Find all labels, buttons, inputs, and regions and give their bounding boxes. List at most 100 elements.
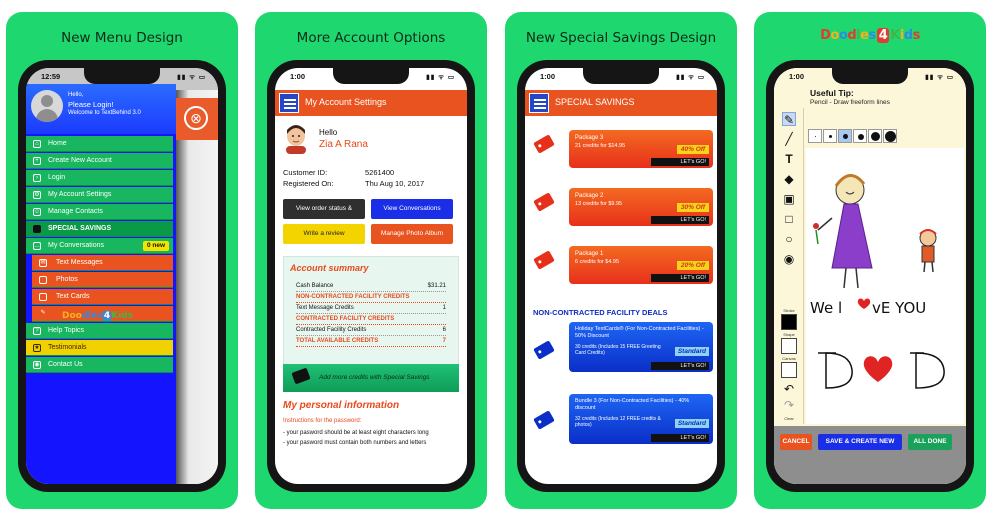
menu-header[interactable]: Hello, Please Login! Welcome to TextBehi… (26, 84, 176, 134)
menu-item-special-savings[interactable]: SPECIAL SAVINGS (26, 221, 173, 237)
deal-card[interactable]: Bundle 3 (For Non-Contracted Facilities)… (569, 394, 713, 444)
package-name: Package 2 (575, 193, 604, 199)
lets-go-button[interactable]: LET's GO! (651, 158, 709, 166)
brush-size-option[interactable] (808, 129, 822, 143)
menu-item-label: Contact Us (48, 361, 83, 368)
summary-row: CONTRACTED FACILITY CREDITS (296, 316, 446, 325)
phone-frame: 12:59 ▮▮ ᯤ ▭ ⊗ Hello, Please Login! Welc… (18, 60, 226, 492)
package-credits: 21 credits for $14.95 (575, 143, 626, 149)
menu-item-photos[interactable]: Photos (32, 272, 173, 288)
redo-icon[interactable]: ↷ (782, 398, 796, 412)
tip-text: Pencil - Draw freeform lines (810, 99, 890, 106)
status-time: 12:59 (41, 72, 61, 81)
image-icon[interactable]: ▣ (782, 192, 796, 206)
menu-item-text-cards[interactable]: Text Cards (32, 289, 173, 305)
pencil-icon[interactable]: ✎ (782, 112, 796, 127)
lets-go-button[interactable]: LET's GO! (651, 434, 709, 442)
brush-size-option[interactable] (883, 129, 897, 143)
write-review-button[interactable]: Write a review (283, 224, 365, 244)
all-done-button[interactable]: ALL DONE (908, 434, 952, 450)
summary-row: Cash Balance $31.21 (296, 283, 446, 292)
discount-badge: 30% Off (676, 203, 709, 212)
line-icon[interactable]: ╱ (782, 132, 796, 146)
menu-item-text-messages[interactable]: ✉ Text Messages (32, 255, 173, 271)
stroke-color-swatch[interactable] (781, 314, 797, 330)
summary-row: NON-CONTRACTED FACILITY CREDITS (296, 294, 446, 303)
standard-badge: Standard (674, 419, 709, 428)
drawing-canvas[interactable]: We l vE YOU (806, 148, 964, 424)
menu-item-doodles4kids[interactable]: ✎ Doodles4Kids (32, 306, 173, 322)
card-title: New Special Savings Design (525, 30, 717, 46)
close-icon: ⊗ (184, 106, 208, 130)
menu-item-label: Login (48, 174, 66, 181)
customer-id-value: 5261400 (365, 168, 395, 177)
close-menu-button[interactable]: ⊗ (176, 98, 218, 140)
bottom-action-bar: CANCEL SAVE & CREATE NEW ALL DONE (774, 426, 966, 484)
menu-item-create-account[interactable]: + Create New Account (26, 153, 173, 169)
deal-card[interactable]: Holiday TextCards® (For Non-Contracted F… (569, 322, 713, 372)
account-summary: Account summary Cash Balance $31.21 NON-C… (283, 256, 459, 368)
card-title: More Account Options (296, 30, 446, 46)
manage-photo-album-button[interactable]: Manage Photo Album (371, 224, 453, 244)
package-card[interactable]: Package 3 21 credits for $14.95 40% Off … (569, 130, 713, 168)
shape-color-swatch[interactable] (781, 338, 797, 354)
status-icons: ▮▮ ᯤ ▭ (676, 74, 705, 81)
user-add-icon: + (33, 157, 41, 165)
status-time: 1:00 (540, 72, 556, 81)
deal-credits: 30 credits (Includes 15 FREE Greeting Ca… (575, 344, 661, 356)
package-name: Package 3 (575, 135, 604, 141)
undo-icon[interactable]: ↶ (782, 382, 796, 396)
phone-screen: 1:00 ▮▮ ᯤ ▭ Useful Tip: Pencil - Draw fr… (774, 68, 966, 484)
special-savings-promo[interactable]: Add more credits with Special Savings (283, 364, 459, 392)
deal-name: Holiday TextCards® (For Non-Contracted F… (575, 326, 704, 339)
brush-size-option[interactable] (838, 129, 852, 143)
eye-icon[interactable]: ◉ (782, 252, 796, 266)
menu-item-home[interactable]: ⌂ Home (26, 136, 173, 152)
canvas-color-swatch[interactable] (781, 362, 797, 378)
menu-icon[interactable] (529, 93, 549, 113)
brush-size-option[interactable] (853, 129, 867, 143)
lets-go-button[interactable]: LET's GO! (651, 216, 709, 224)
phone-notch (583, 68, 659, 84)
customer-id-label: Customer ID: (283, 168, 328, 177)
save-create-new-button[interactable]: SAVE & CREATE NEW (818, 434, 902, 450)
stroke-label: Stroke (783, 308, 795, 313)
photo-icon (39, 276, 47, 284)
status-time: 1:00 (290, 72, 306, 81)
menu-item-conversations[interactable]: … My Conversations 0 new (26, 238, 173, 254)
text-icon[interactable]: T (782, 152, 796, 166)
menu-item-help-topics[interactable]: ? Help Topics (26, 323, 173, 339)
view-conversations-button[interactable]: View Conversations (371, 199, 453, 219)
header-login: Please Login! (68, 100, 114, 109)
view-order-status-button[interactable]: View order status & (283, 199, 365, 219)
menu-item-testimonials[interactable]: ★ Testimonials (26, 340, 173, 356)
package-card[interactable]: Package 2 13 credits for $9.95 30% Off L… (569, 188, 713, 226)
brush-size-option[interactable] (823, 129, 837, 143)
help-icon: ? (33, 327, 41, 335)
clear-button[interactable]: Clear (776, 416, 802, 421)
menu-item-manage-contacts[interactable]: ☺ Manage Contacts (26, 204, 173, 220)
menu-item-label: Manage Contacts (48, 208, 103, 215)
status-time: 1:00 (789, 72, 805, 81)
rectangle-icon[interactable]: □ (782, 212, 796, 226)
menu-item-account-settings[interactable]: ⚙ My Account Settings (26, 187, 173, 203)
registered-value: Thu Aug 10, 2017 (365, 179, 425, 188)
menu-item-contact-us[interactable]: ◉ Contact Us (26, 357, 173, 373)
tip-title: Useful Tip: (810, 88, 854, 98)
status-icons: ▮▮ ᯤ ▭ (177, 74, 206, 81)
cancel-button[interactable]: CANCEL (780, 434, 812, 450)
message-icon: ✉ (39, 259, 47, 267)
eraser-icon[interactable]: ◆ (782, 172, 796, 186)
card-new-menu-design: New Menu Design 12:59 ▮▮ ᯤ ▭ ⊗ Hello, Pl… (6, 12, 238, 509)
dimmed-content (176, 90, 218, 484)
menu-item-login[interactable]: › Login (26, 170, 173, 186)
menu-icon[interactable] (279, 93, 299, 113)
lets-go-button[interactable]: LET's GO! (651, 274, 709, 282)
section-title: NON-CONTRACTED FACILITY DEALS (533, 308, 668, 317)
lets-go-button[interactable]: LET's GO! (651, 362, 709, 370)
summary-row: TOTAL AVAILABLE CREDITS 7 (296, 338, 446, 347)
package-card[interactable]: Package 1 6 credits for $4.95 20% Off LE… (569, 246, 713, 284)
menu-item-label: SPECIAL SAVINGS (48, 225, 112, 232)
brush-size-option[interactable] (868, 129, 882, 143)
circle-icon[interactable]: ○ (782, 232, 796, 246)
